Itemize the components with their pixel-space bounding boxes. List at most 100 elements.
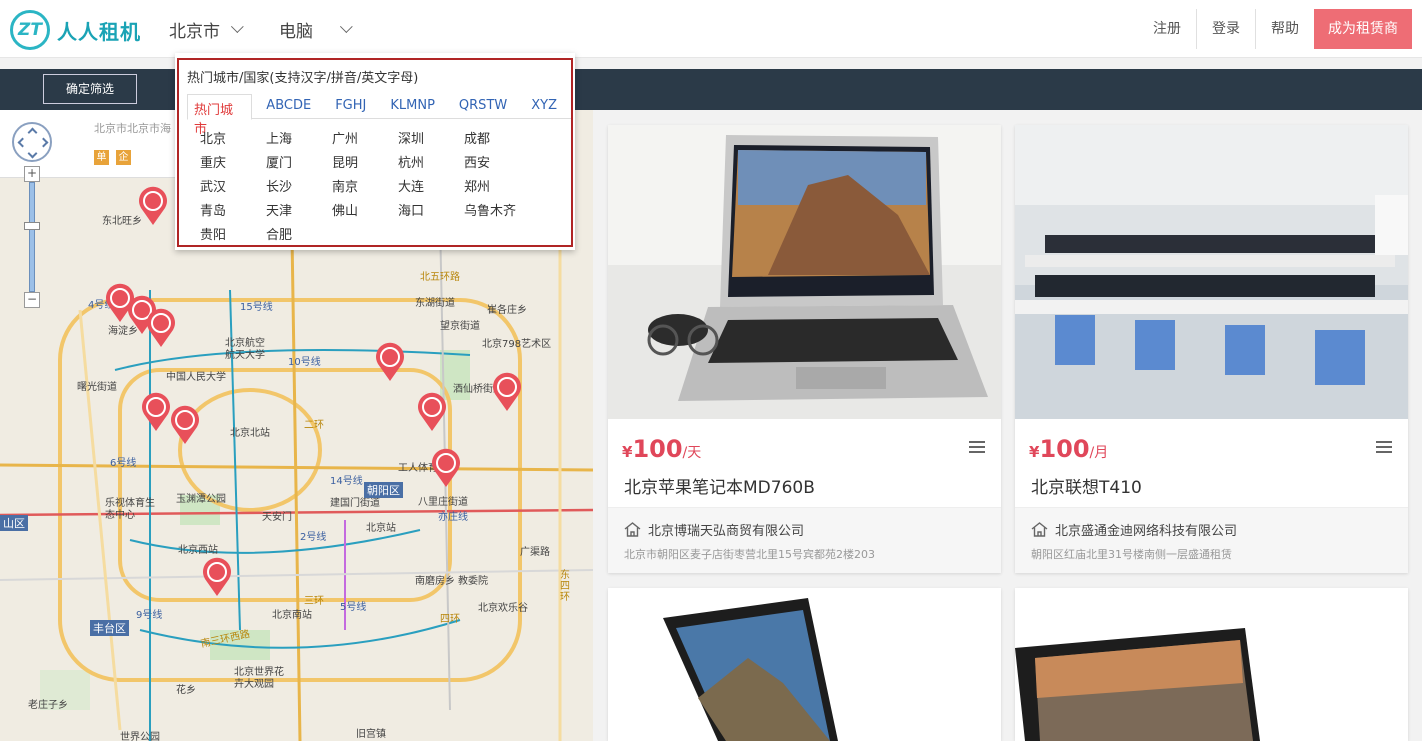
home-icon — [1031, 522, 1048, 537]
product-title[interactable]: 北京苹果笔记本MD760B — [624, 473, 815, 498]
shop-name: 北京盛通金迪网络科技有限公司 — [1055, 524, 1238, 539]
zoom-in-button[interactable]: + — [24, 166, 40, 182]
zoom-out-button[interactable]: − — [24, 292, 40, 308]
shop-info: 北京博瑞天弘商贸有限公司 北京市朝阳区麦子店街枣营北里15号宾都苑2楼203 — [608, 507, 1001, 573]
metro-label: 9号线 — [136, 610, 163, 621]
category-select[interactable]: 电脑 — [279, 17, 353, 42]
pan-down-icon — [27, 148, 38, 159]
city-item[interactable]: 大连 — [398, 176, 424, 195]
map-pin-icon[interactable] — [140, 392, 172, 432]
menu-icon[interactable] — [1376, 441, 1392, 454]
shop-name-row[interactable]: 北京盛通金迪网络科技有限公司 — [1031, 520, 1237, 539]
map-pin-icon[interactable] — [145, 308, 177, 348]
map-pin-icon[interactable] — [137, 186, 169, 226]
city-item[interactable]: 郑州 — [464, 176, 490, 195]
product-image[interactable] — [608, 588, 1001, 741]
map-label: 东北旺乡 — [102, 216, 142, 227]
product-title[interactable]: 北京联想T410 — [1031, 473, 1142, 498]
district-label: 丰台区 — [90, 620, 129, 636]
product-image[interactable] — [1015, 588, 1408, 741]
map-label: 北京航空航天大学 — [225, 338, 265, 361]
city-item[interactable]: 武汉 — [200, 176, 226, 195]
shop-name: 北京博瑞天弘商贸有限公司 — [648, 524, 805, 539]
product-card[interactable]: ¥100/月 北京联想T410 北京盛通金迪网络科技有限公司 朝阳区红庙北里31… — [1015, 125, 1408, 573]
city-item[interactable]: 成都 — [464, 128, 490, 147]
product-card[interactable] — [608, 588, 1001, 741]
zoom-track[interactable] — [29, 182, 35, 292]
map-pin-icon[interactable] — [201, 557, 233, 597]
user-nav: 注册 登录 帮助 成为租赁商 — [1138, 9, 1412, 49]
menu-icon[interactable] — [969, 441, 985, 454]
map-pin-icon[interactable] — [491, 372, 523, 412]
map-pin-icon[interactable] — [374, 342, 406, 382]
map-label: 教委院 — [458, 576, 488, 587]
product-image[interactable] — [1015, 125, 1408, 419]
city-item[interactable]: 佛山 — [332, 200, 358, 219]
zoom-handle[interactable] — [24, 222, 40, 230]
map-label: 望京街道 — [440, 321, 480, 332]
shop-info: 北京盛通金迪网络科技有限公司 朝阳区红庙北里31号楼南侧一层盛通租赁 — [1015, 507, 1408, 573]
metro-label: 10号线 — [288, 357, 321, 368]
tab-fghj[interactable]: FGHJ — [325, 94, 376, 119]
tab-abcde[interactable]: ABCDE — [256, 94, 321, 119]
map-pan-control[interactable] — [12, 122, 52, 162]
city-item[interactable]: 西安 — [464, 152, 490, 171]
map-label: 北京世界花卉大观园 — [234, 667, 284, 690]
product-card[interactable] — [1015, 588, 1408, 741]
map-pin-icon[interactable] — [430, 448, 462, 488]
metro-label: 5号线 — [340, 602, 367, 613]
city-item[interactable]: 南京 — [332, 176, 358, 195]
city-item[interactable]: 长沙 — [266, 176, 292, 195]
map-label: 天安门 — [262, 512, 292, 523]
city-item[interactable]: 乌鲁木齐 — [464, 200, 516, 219]
confirm-filter-button[interactable]: 确定筛选 — [43, 74, 137, 104]
logo-text: 人人租机 — [57, 19, 141, 44]
tab-hot-cities[interactable]: 热门城市 — [187, 94, 253, 137]
map-label: 曙光街道 — [77, 382, 117, 393]
tab-klmnp[interactable]: KLMNP — [380, 94, 445, 119]
pan-left-icon — [17, 137, 28, 148]
metro-label: 15号线 — [240, 302, 273, 313]
city-item[interactable]: 北京 — [200, 128, 226, 147]
company-badge: 企 — [116, 150, 131, 165]
road-label: 二环 — [304, 420, 324, 431]
map-pin-icon[interactable] — [416, 392, 448, 432]
register-link[interactable]: 注册 — [1138, 9, 1197, 49]
price: ¥100/天 — [622, 435, 701, 463]
product-image[interactable] — [608, 125, 1001, 419]
city-item[interactable]: 厦门 — [266, 152, 292, 171]
tab-qrstw[interactable]: QRSTW — [449, 94, 517, 119]
city-search-hint: 热门城市/国家(支持汉字/拼音/英文字母) — [187, 71, 419, 86]
city-item[interactable]: 重庆 — [200, 152, 226, 171]
city-item[interactable]: 天津 — [266, 200, 292, 219]
chevron-down-icon — [230, 20, 244, 34]
city-item[interactable]: 青岛 — [200, 200, 226, 219]
currency-symbol: ¥ — [622, 443, 633, 461]
metro-label: 6号线 — [110, 458, 137, 469]
city-item[interactable]: 合肥 — [266, 224, 292, 243]
city-select[interactable]: 北京市 — [169, 17, 244, 42]
help-link[interactable]: 帮助 — [1256, 9, 1314, 49]
shop-name-row[interactable]: 北京博瑞天弘商贸有限公司 — [624, 520, 804, 539]
price-unit: /月 — [1089, 445, 1109, 461]
metro-label: 2号线 — [300, 532, 327, 543]
login-link[interactable]: 登录 — [1197, 9, 1256, 49]
laptop-photo — [608, 125, 1001, 419]
city-item[interactable]: 上海 — [266, 128, 292, 147]
city-item[interactable]: 贵阳 — [200, 224, 226, 243]
city-item[interactable]: 昆明 — [332, 152, 358, 171]
road-label: 四环 — [440, 614, 460, 625]
product-card[interactable]: ¥100/天 北京苹果笔记本MD760B 北京博瑞天弘商贸有限公司 北京市朝阳区… — [608, 125, 1001, 573]
map-label: 北京西站 — [178, 545, 218, 556]
city-item[interactable]: 广州 — [332, 128, 358, 147]
metro-label: 亦庄线 — [438, 512, 468, 523]
tab-xyz[interactable]: XYZ — [521, 94, 567, 119]
price-amount: 100 — [1039, 435, 1090, 463]
city-item[interactable]: 海口 — [398, 200, 424, 219]
city-item[interactable]: 杭州 — [398, 152, 424, 171]
map-pin-icon[interactable] — [169, 405, 201, 445]
become-lessor-button[interactable]: 成为租赁商 — [1314, 9, 1412, 49]
category-select-label: 电脑 — [279, 22, 313, 42]
city-item[interactable]: 深圳 — [398, 128, 424, 147]
logo[interactable]: ZT 人人租机 — [10, 10, 141, 50]
